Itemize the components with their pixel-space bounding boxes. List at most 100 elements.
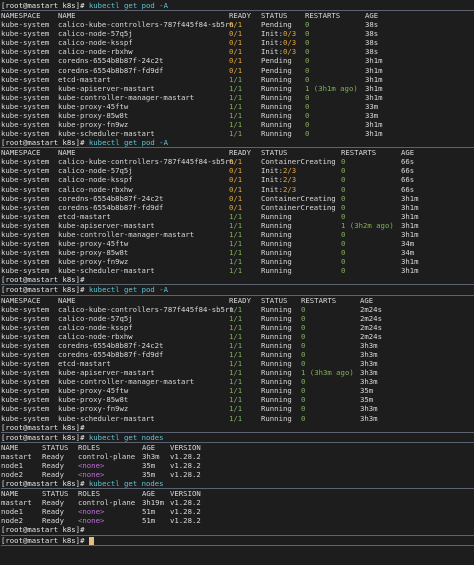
cell-name: kube-proxy-45ftw xyxy=(58,239,129,249)
cell-namespace: kube-system xyxy=(1,413,50,423)
cell-namespace: kube-system xyxy=(1,229,50,239)
cell-status: Ready xyxy=(42,516,64,526)
cell-age: 3h1m xyxy=(401,193,419,203)
cell-restarts: 0 xyxy=(301,340,306,350)
pod-table-row: kube-system calico-node-rbxhw 0/1 Init:2/3 0… xyxy=(1,185,474,194)
command-line[interactable]: [root@mastart k8s]# kubectl get pod -A xyxy=(1,1,474,12)
cell-namespace: kube-system xyxy=(1,101,50,111)
cell-age: 35m xyxy=(360,395,374,405)
prompt-line[interactable]: [root@mastart k8s]# xyxy=(1,423,474,433)
pod-table-header: NAMESPACE NAME READY STATUS RESTARTS AGE xyxy=(1,148,474,157)
cell-name: coredns-6554b8b87f-fd9df xyxy=(58,65,164,75)
cell-namespace: kube-system xyxy=(1,29,50,39)
command-line[interactable]: [root@mastart k8s]# kubectl get pod -A xyxy=(1,138,474,149)
cell-age: 3h3m xyxy=(360,377,378,387)
cell-ready: 1/1 xyxy=(229,110,243,120)
column-header: STATUS xyxy=(261,148,288,158)
column-header: AGE xyxy=(142,489,156,499)
pod-table-row: kube-system calico-kube-controllers-787f4… xyxy=(1,305,474,314)
cell-status: Ready xyxy=(42,451,64,461)
cell-namespace: kube-system xyxy=(1,386,50,396)
cell-status: Running xyxy=(261,74,292,84)
node-table-row: mastart Ready control-plane 3h19m v1.28.2 xyxy=(1,498,474,507)
cell-ready: 0/1 xyxy=(229,20,243,30)
cell-namespace: kube-system xyxy=(1,220,50,230)
pod-table-header: NAMESPACE NAME READY STATUS RESTARTS AGE xyxy=(1,296,474,305)
pod-table-row: kube-system calico-node-57q5j 0/1 Init:2/3 0… xyxy=(1,166,474,175)
cell-age: 3h19m xyxy=(142,498,164,508)
pod-table-row: kube-system kube-apiserver-mastart 1/1 Runn… xyxy=(1,368,474,377)
cell-restarts: 0 xyxy=(305,129,310,139)
cell-ready: 0/1 xyxy=(229,56,243,66)
command-line[interactable]: [root@mastart k8s]# kubectl get nodes xyxy=(1,479,474,490)
column-header: AGE xyxy=(365,11,379,21)
cell-age: 3h1m xyxy=(365,65,383,75)
cell-age: 33m xyxy=(365,110,379,120)
cell-restarts: 0 xyxy=(341,248,346,258)
column-header: ROLES xyxy=(78,442,100,452)
cell-restarts: 0 xyxy=(301,395,306,405)
shell-prompt: [root@mastart k8s]# xyxy=(1,432,85,442)
cell-name: mastart xyxy=(1,498,32,508)
shell-prompt: [root@mastart k8s]# xyxy=(1,285,85,295)
column-header: NAME xyxy=(1,489,19,499)
cell-namespace: kube-system xyxy=(1,377,50,387)
cell-ready: 1/1 xyxy=(229,331,243,341)
column-header: STATUS xyxy=(261,11,288,21)
column-header: NAME xyxy=(58,148,76,158)
cell-status: Running xyxy=(261,110,292,120)
cell-status: Running xyxy=(261,331,292,341)
terminal-window[interactable]: [root@mastart k8s]# kubectl get pod -A NA… xyxy=(0,0,474,565)
cell-status: Running xyxy=(261,359,292,369)
cell-age: 38s xyxy=(365,47,379,57)
command-line[interactable]: [root@mastart k8s]# kubectl get nodes xyxy=(1,433,474,443)
column-header: ROLES xyxy=(78,489,100,499)
cell-name: kube-apiserver-mastart xyxy=(58,83,155,93)
cell-name: calico-node-rbxhw xyxy=(58,331,133,341)
cell-age: 2m24s xyxy=(360,322,382,332)
cell-restarts: 0 xyxy=(305,47,310,57)
cell-status: Running xyxy=(261,129,292,139)
cell-age: 3h3m xyxy=(360,359,378,369)
cell-name: coredns-6554b8b87f-24c2t xyxy=(58,193,164,203)
cell-name: kube-proxy-45ftw xyxy=(58,386,129,396)
command-line[interactable]: [root@mastart k8s]# kubectl get pod -A xyxy=(1,285,474,296)
column-header: RESTARTS xyxy=(341,148,377,158)
cell-age: 3h3m xyxy=(360,413,378,423)
cell-ready: 0/1 xyxy=(229,193,243,203)
cell-age: 51m xyxy=(142,507,156,517)
pod-table-row: kube-system etcd-mastart 1/1 Running 0 3h1m xyxy=(1,212,474,221)
column-header: NAMESPACE xyxy=(1,295,41,305)
node-table-row: node1 Ready <none> 35m v1.28.2 xyxy=(1,461,474,470)
cell-namespace: kube-system xyxy=(1,248,50,258)
cell-restarts: 1 (3h2m ago) xyxy=(341,220,394,230)
cell-status: ContainerCreating xyxy=(261,202,336,212)
cell-namespace: kube-system xyxy=(1,65,50,75)
cell-status: Running xyxy=(261,101,292,111)
cell-restarts: 0 xyxy=(305,29,310,39)
cell-ready: 1/1 xyxy=(229,359,243,369)
cell-namespace: kube-system xyxy=(1,313,50,323)
cell-restarts: 0 xyxy=(341,257,346,267)
cell-restarts: 0 xyxy=(301,413,306,423)
cell-name: kube-proxy-85w8t xyxy=(58,248,129,258)
prompt-line[interactable]: [root@mastart k8s]# xyxy=(1,525,474,536)
column-header: VERSION xyxy=(170,442,201,452)
cell-name: kube-apiserver-mastart xyxy=(58,220,155,230)
cell-age: 66s xyxy=(401,166,415,176)
prompt-line[interactable]: [root@mastart k8s]# xyxy=(1,275,474,286)
prompt-line[interactable]: [root@mastart k8s]# xyxy=(1,536,474,546)
cell-name: calico-kube-controllers-787f445f84-sb5rn xyxy=(58,304,234,314)
cell-age: 66s xyxy=(401,175,415,185)
cell-status: Init:0/3 xyxy=(261,47,297,57)
cell-status: Running xyxy=(261,83,292,93)
column-header: AGE xyxy=(401,148,415,158)
cell-status: Pending xyxy=(261,65,292,75)
cell-restarts: 0 xyxy=(301,404,306,414)
cell-age: 3h1m xyxy=(401,257,419,267)
cell-ready: 1/1 xyxy=(229,377,243,387)
cell-name: kube-controller-manager-mastart xyxy=(58,92,195,102)
pod-table-row: kube-system kube-proxy-45ftw 1/1 Running 0 33… xyxy=(1,102,474,111)
cell-namespace: kube-system xyxy=(1,304,50,314)
cell-namespace: kube-system xyxy=(1,257,50,267)
